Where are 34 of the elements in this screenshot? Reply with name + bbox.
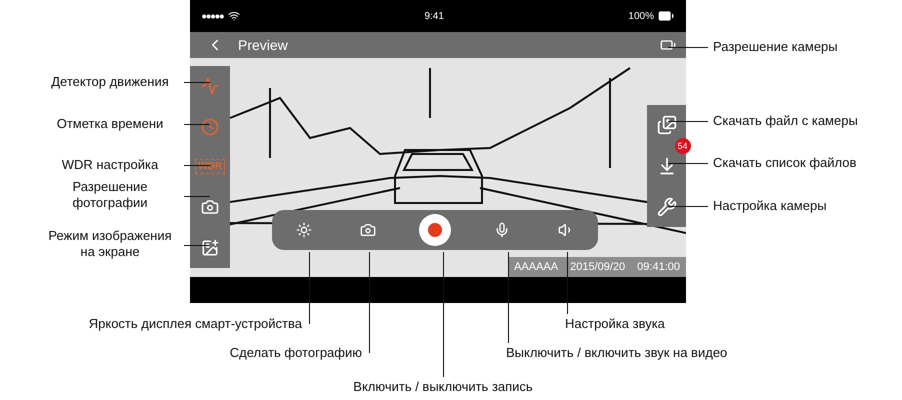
leader-line xyxy=(309,252,310,324)
leader-line xyxy=(184,245,210,246)
status-time: 9:41 xyxy=(424,10,444,22)
callout-label: Отметка времени xyxy=(56,116,164,132)
battery-percent: 100% xyxy=(628,10,654,22)
leader-line xyxy=(668,121,708,122)
callout-label: Скачать файл с камеры xyxy=(713,113,858,130)
callout-label: Разрешение камеры xyxy=(713,39,838,56)
leader-line xyxy=(184,165,210,166)
leader-line xyxy=(668,206,708,207)
callout-label: Яркость дисплея смарт-устройства xyxy=(88,316,302,332)
callout-label: Выключить / включить звук на видео xyxy=(506,345,728,362)
overlay-time: 09:41:00 xyxy=(637,261,680,273)
callout-label: Включить / выключить запись xyxy=(352,379,534,396)
leader-line xyxy=(668,47,708,48)
callout-label: Детектор движения xyxy=(50,74,170,90)
callout-label: Скачать список файлов xyxy=(713,155,856,172)
callout-label: Сделать фотографию xyxy=(230,345,362,362)
record-button[interactable] xyxy=(419,214,451,246)
leader-line xyxy=(668,163,708,164)
overlay-label: AAAAAA xyxy=(514,261,558,273)
leader-line xyxy=(567,252,568,314)
callout-label: WDR настройка xyxy=(60,157,160,174)
callout-label: Режим изображения на экране xyxy=(47,228,173,260)
callout-label: Настройка камеры xyxy=(713,198,827,214)
signal-icon xyxy=(202,14,224,18)
callout-label: Настройка звука xyxy=(565,316,665,332)
overlay-date: 2015/09/20 xyxy=(570,261,626,273)
count-badge: 54 xyxy=(674,138,690,154)
leader-line xyxy=(184,196,210,197)
leader-line xyxy=(184,82,210,83)
callout-label: Разрешение фотографии xyxy=(71,179,149,212)
leader-line xyxy=(184,124,210,125)
nav-title: Preview xyxy=(238,37,289,53)
